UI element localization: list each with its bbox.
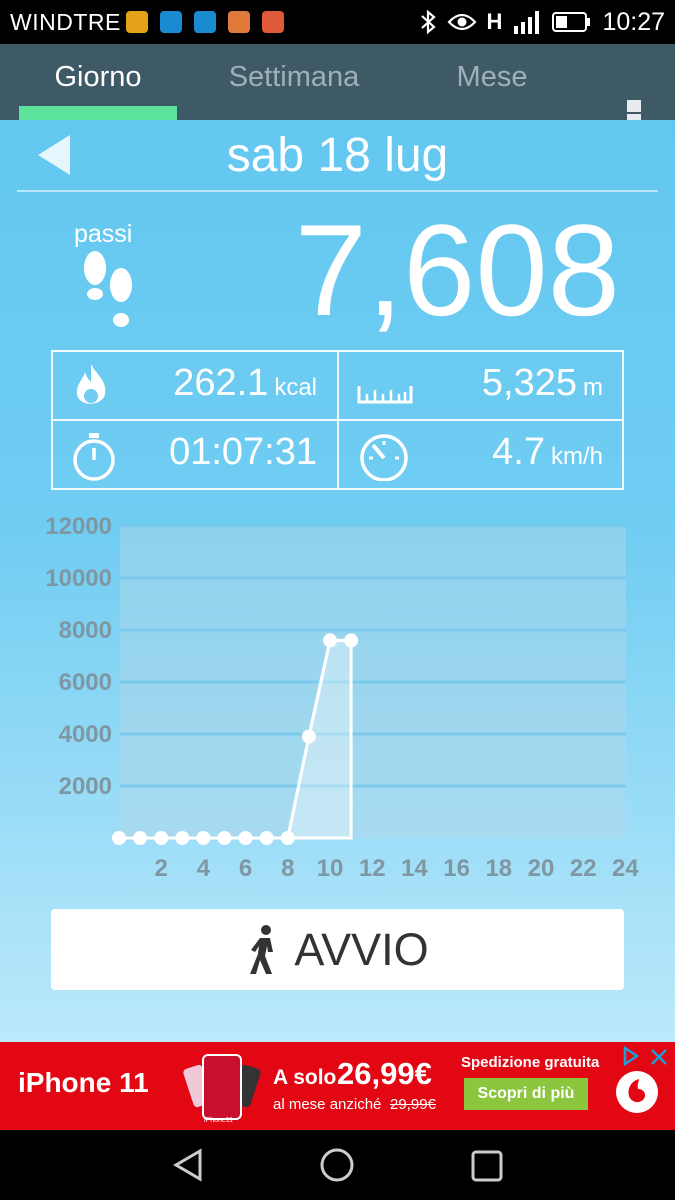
eye-icon	[447, 13, 477, 31]
x-tick-label: 18	[485, 855, 512, 882]
navigation-bar	[0, 1130, 675, 1200]
ad-product-name: iPhone 11	[18, 1067, 149, 1098]
chart-data-point	[344, 633, 359, 648]
speedometer-icon	[360, 434, 408, 481]
flame-icon	[76, 364, 106, 404]
carrier-name: WINDTRE	[10, 9, 121, 35]
x-tick-label: 12	[359, 855, 386, 882]
speed-unit: km/h	[550, 443, 603, 470]
recent-apps-icon[interactable]	[470, 1149, 504, 1183]
battery-icon	[552, 12, 591, 32]
adchoices-icon[interactable]	[622, 1046, 640, 1066]
duration-value: 01:07:31	[169, 431, 317, 474]
ruler-icon	[357, 386, 413, 404]
ad-close-icon[interactable]	[650, 1048, 668, 1066]
y-tick-label: 4000	[59, 721, 112, 748]
bluetooth-icon	[420, 9, 436, 35]
x-tick-label: 22	[570, 855, 597, 882]
distance-value: 5,325 m	[482, 362, 603, 405]
y-tick-label: 12000	[45, 513, 112, 540]
distance-unit: m	[583, 374, 603, 401]
bluetooth-notification-icon	[160, 11, 182, 33]
tab-label: Settimana	[228, 61, 360, 93]
chart-data-point	[196, 831, 211, 845]
stopwatch-icon	[73, 433, 115, 481]
x-tick-label: 8	[281, 855, 294, 882]
chart-data-point	[301, 729, 316, 744]
calories-value: 262.1 kcal	[173, 362, 317, 405]
chart-data-point	[175, 831, 190, 845]
calories-cell: 262.1 kcal	[53, 352, 337, 419]
app-notification-icon	[262, 11, 284, 33]
network-type-label: H	[486, 9, 503, 34]
chart-data-point	[280, 831, 295, 845]
ad-cta-button[interactable]: Scopri di più	[464, 1078, 588, 1110]
clock: 10:27	[602, 7, 665, 36]
ad-phone-image: iPhone11	[182, 1050, 264, 1124]
chart-data-point	[112, 831, 126, 845]
chart-data-point	[217, 831, 232, 845]
tab-mese[interactable]: Mese	[413, 44, 571, 120]
x-tick-label: 6	[239, 855, 252, 882]
home-icon[interactable]	[319, 1147, 355, 1183]
tab-label: Mese	[456, 61, 528, 93]
distance-cell: 5,325 m	[339, 352, 623, 419]
ad-price-suffix: al mese anziché	[273, 1096, 382, 1113]
vodafone-logo-icon	[616, 1071, 658, 1113]
divider	[17, 190, 658, 192]
ad-cta-label: Scopri di più	[477, 1085, 575, 1102]
x-tick-label: 14	[401, 855, 428, 882]
ad-shipping: Spedizione gratuita	[461, 1054, 600, 1071]
x-tick-label: 4	[197, 855, 211, 882]
steps-chart: 200040006000800010000120002 4 6 8 10 12 14 16 18…	[45, 513, 639, 882]
distance-number: 5,325	[481, 362, 577, 404]
duration-number: 01:07:31	[169, 431, 317, 473]
signal-icon	[514, 11, 540, 34]
x-tick-label: 20	[528, 855, 555, 882]
start-button[interactable]: AVVIO	[51, 909, 624, 990]
chart-data-point	[238, 831, 253, 845]
chart-data-point	[259, 831, 274, 845]
current-date: sab 18 lug	[226, 129, 449, 182]
lock-notification-icon	[126, 11, 148, 33]
y-tick-label: 2000	[59, 773, 112, 800]
chart-data-point	[154, 831, 169, 845]
y-tick-label: 8000	[59, 617, 112, 644]
duration-cell: 01:07:31	[53, 421, 337, 488]
start-button-label: AVVIO	[294, 923, 429, 975]
y-tick-label: 6000	[59, 669, 112, 696]
ad-price: 26,99€	[337, 1056, 432, 1091]
step-count: 7,608	[294, 197, 620, 343]
status-bar: WINDTRE H 10:27	[0, 0, 675, 44]
walking-person-icon	[250, 924, 274, 974]
speed-number: 4.7	[492, 431, 545, 473]
ad-phone-caption: iPhone11	[204, 1117, 234, 1124]
stats-grid: 262.1 kcal 5,325 m 01:07:31 4.7 km/h	[51, 350, 624, 490]
status-icons: H 10:27	[419, 8, 665, 36]
steps-label: passi	[74, 220, 133, 248]
x-tick-label: 24	[612, 855, 639, 882]
chart-data-point	[133, 831, 148, 845]
calories-unit: kcal	[274, 374, 317, 401]
tab-settimana[interactable]: Settimana	[215, 44, 373, 120]
back-icon[interactable]	[170, 1147, 206, 1183]
x-tick-label: 16	[443, 855, 470, 882]
x-tick-label: 2	[155, 855, 168, 882]
active-tab-indicator	[19, 106, 177, 120]
ad-old-price: 29,99€	[390, 1096, 436, 1113]
ad-price-prefix: A solo	[273, 1066, 337, 1089]
bluetooth-notification-icon	[194, 11, 216, 33]
chart-data-point	[323, 633, 337, 648]
calories-number: 262.1	[173, 362, 269, 404]
speed-cell: 4.7 km/h	[339, 421, 623, 488]
cloud-notification-icon	[228, 11, 250, 33]
tab-label: Giorno	[54, 61, 142, 93]
x-tick-label: 10	[317, 855, 344, 882]
speed-value: 4.7 km/h	[492, 431, 603, 474]
ad-banner[interactable]: iPhone 11 iPhone11 A solo 26,99€ al mese…	[0, 1042, 675, 1130]
y-tick-label: 10000	[45, 565, 112, 592]
footprints-icon	[84, 251, 132, 327]
